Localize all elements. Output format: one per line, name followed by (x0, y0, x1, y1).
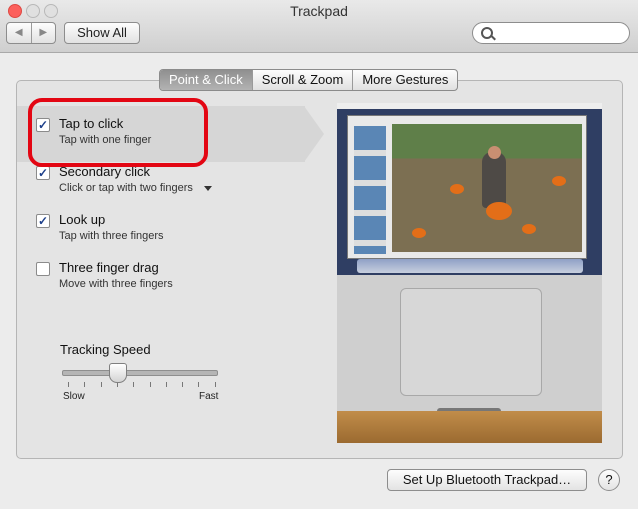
look-up-checkbox[interactable]: ✓ (36, 214, 50, 228)
show-all-button[interactable]: Show All (64, 22, 140, 44)
pumpkin (450, 184, 464, 194)
preview-dock (357, 259, 583, 273)
option-subtitle: Tap with three fingers (59, 230, 164, 242)
search-icon (481, 27, 493, 39)
help-button[interactable]: ? (598, 469, 620, 491)
slider-tick (214, 382, 216, 387)
option-title: Look up (59, 212, 106, 227)
preview-thumbnails (354, 126, 386, 254)
gesture-preview-image (337, 103, 602, 443)
tab-more-gestures[interactable]: More Gestures (353, 70, 457, 90)
search-field[interactable] (472, 22, 630, 44)
tracking-speed-slider[interactable] (62, 370, 218, 376)
pumpkin (412, 228, 426, 238)
back-forward-buttons: ◀ ▶ (6, 22, 56, 44)
slider-tick (149, 382, 151, 387)
tab-point-click[interactable]: Point & Click (160, 70, 253, 90)
dropdown-arrow-icon[interactable] (203, 185, 212, 191)
red-highlight-annotation (28, 98, 208, 167)
preview-person-head (488, 146, 501, 159)
slider-min-label: Slow (63, 391, 85, 402)
preview-photo-app (347, 115, 587, 259)
slider-tick (198, 382, 200, 387)
slider-tick (165, 382, 167, 387)
slider-tick (84, 382, 86, 387)
three-finger-drag-checkbox[interactable] (36, 262, 50, 276)
option-title: Three finger drag (59, 260, 159, 275)
slider-tick (133, 382, 135, 387)
preview-trackpad (400, 288, 542, 396)
window-title: Trackpad (290, 3, 348, 19)
preview-table (337, 411, 602, 443)
window-titlebar: Trackpad ◀ ▶ Show All (0, 0, 638, 53)
search-input[interactable] (495, 25, 625, 41)
selected-option-arrow (304, 106, 324, 162)
slider-max-label: Fast (199, 391, 219, 402)
option-subtitle: Click or tap with two fingers (59, 182, 212, 194)
pumpkin (486, 202, 512, 220)
back-button[interactable]: ◀ (7, 23, 32, 43)
slider-tick (100, 382, 102, 387)
preview-menubar (337, 103, 602, 109)
tracking-speed-slider-thumb[interactable] (109, 363, 127, 383)
pumpkin (522, 224, 536, 234)
preview-screen (337, 103, 602, 275)
setup-bluetooth-trackpad-button[interactable]: Set Up Bluetooth Trackpad… (387, 469, 587, 491)
preview-photo (392, 124, 582, 252)
tab-scroll-zoom[interactable]: Scroll & Zoom (253, 70, 354, 90)
pumpkin (552, 176, 566, 186)
slider-tick (182, 382, 184, 387)
slider-tick (68, 382, 69, 387)
secondary-click-subtitle: Click or tap with two fingers (59, 182, 193, 194)
forward-button[interactable]: ▶ (32, 23, 56, 43)
tab-bar: Point & Click Scroll & Zoom More Gesture… (159, 69, 459, 91)
tracking-speed-label: Tracking Speed (60, 342, 151, 357)
preview-person (482, 152, 506, 208)
option-subtitle: Move with three fingers (59, 278, 173, 290)
secondary-click-checkbox[interactable]: ✓ (36, 166, 50, 180)
